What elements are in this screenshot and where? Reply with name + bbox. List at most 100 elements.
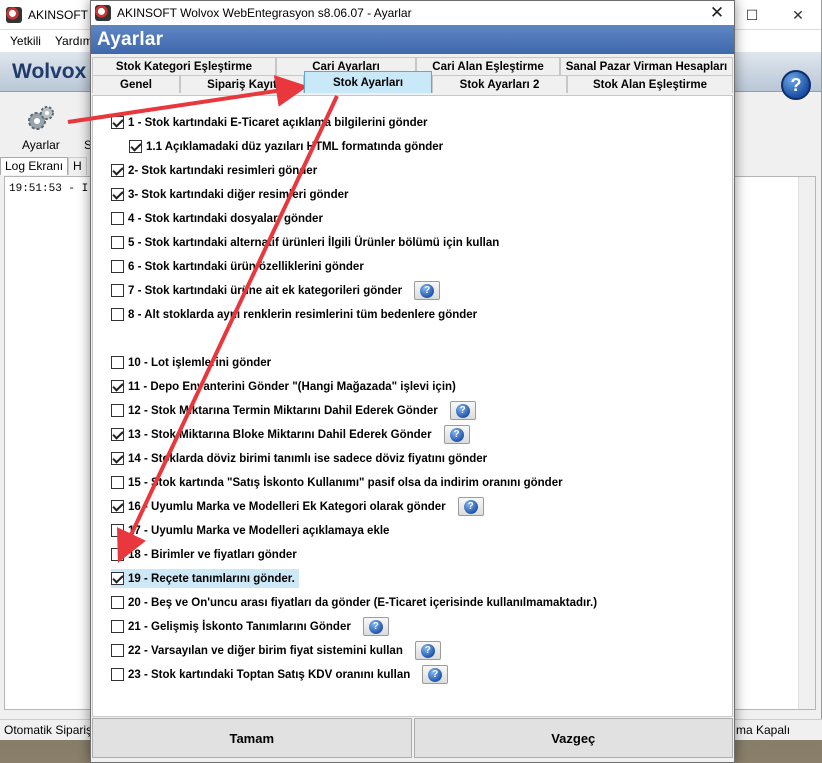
- tab-cari-alan-eslestirme[interactable]: Cari Alan Eşleştirme: [416, 57, 560, 75]
- tab-sanal-pazar-virman-hesaplari[interactable]: Sanal Pazar Virman Hesapları: [560, 57, 733, 75]
- info-icon: ?: [455, 403, 470, 418]
- option-checkbox[interactable]: [111, 524, 124, 537]
- option-row[interactable]: 7 - Stok kartındaki ürüne ait ek kategor…: [111, 281, 441, 300]
- option-checkbox[interactable]: [111, 284, 124, 297]
- option-checkbox[interactable]: [111, 404, 124, 417]
- option-row[interactable]: 5 - Stok kartındaki alternatif ürünleri …: [111, 233, 499, 252]
- main-window-controls: ☐ ✕: [729, 0, 821, 30]
- option-checkbox[interactable]: [111, 644, 124, 657]
- option-row[interactable]: 23 - Stok kartındaki Toptan Satış KDV or…: [111, 665, 449, 684]
- option-label: 5 - Stok kartındaki alternatif ürünleri …: [128, 236, 500, 249]
- option-row[interactable]: 14 - Stoklarda döviz birimi tanımlı ise …: [111, 449, 487, 468]
- tab-stok-alan-eslestirme[interactable]: Stok Alan Eşleştirme: [567, 75, 733, 93]
- tab-stok-ayarlari[interactable]: Stok Ayarları: [304, 71, 432, 93]
- option-checkbox[interactable]: [111, 668, 124, 681]
- option-checkbox[interactable]: [111, 500, 124, 513]
- option-label: 16 - Uyumlu Marka ve Modelleri Ek Katego…: [128, 500, 446, 513]
- option-checkbox[interactable]: [111, 452, 124, 465]
- option-row[interactable]: 1.1 Açıklamadaki düz yazıları HTML forma…: [129, 137, 443, 156]
- dialog-header: Ayarlar: [91, 25, 734, 54]
- option-row[interactable]: 16 - Uyumlu Marka ve Modelleri Ek Katego…: [111, 497, 484, 516]
- option-checkbox[interactable]: [111, 428, 124, 441]
- toolbar-ayarlar-label[interactable]: Ayarlar: [22, 138, 60, 152]
- option-checkbox[interactable]: [111, 260, 124, 273]
- option-label: 18 - Birimler ve fiyatları gönder: [128, 548, 297, 561]
- tab-genel[interactable]: Genel: [92, 75, 180, 93]
- option-checkbox[interactable]: [111, 116, 124, 129]
- option-row[interactable]: 12 - Stok Miktarına Termin Miktarını Dah…: [111, 401, 476, 420]
- dialog-titlebar: AKINSOFT Wolvox WebEntegrasyon s8.06.07 …: [91, 1, 734, 25]
- dialog-title: AKINSOFT Wolvox WebEntegrasyon s8.06.07 …: [117, 6, 412, 20]
- option-row[interactable]: 1 - Stok kartındaki E-Ticaret açıklama b…: [111, 113, 428, 132]
- option-checkbox[interactable]: [111, 212, 124, 225]
- tab-stok-kategori-eslestirme[interactable]: Stok Kategori Eşleştirme: [92, 57, 276, 75]
- option-checkbox[interactable]: [111, 236, 124, 249]
- option-row[interactable]: 21 - Gelişmiş İskonto Tanımlarını Gönder…: [111, 617, 389, 636]
- option-row[interactable]: 18 - Birimler ve fiyatları gönder: [111, 545, 297, 564]
- maximize-button[interactable]: ☐: [729, 0, 775, 30]
- option-checkbox[interactable]: [111, 620, 124, 633]
- close-icon[interactable]: ✕: [700, 1, 734, 25]
- option-row[interactable]: 13 - Stok Miktarına Bloke Miktarını Dahi…: [111, 425, 470, 444]
- option-label: 3- Stok kartındaki diğer resimleri gönde…: [128, 188, 349, 201]
- option-checkbox[interactable]: [111, 356, 124, 369]
- menu-item-yetkili[interactable]: Yetkili: [10, 34, 41, 48]
- option-label: 22 - Varsayılan ve diğer birim fiyat sis…: [128, 644, 403, 657]
- option-label: 1 - Stok kartındaki E-Ticaret açıklama b…: [128, 116, 428, 129]
- dialog-header-title: Ayarlar: [97, 28, 164, 50]
- info-icon: ?: [368, 619, 383, 634]
- option-row[interactable]: 20 - Beş ve On'uncu arası fiyatları da g…: [111, 593, 597, 612]
- tab-siparis-kayit[interactable]: Sipariş Kayıt: [180, 75, 304, 93]
- main-tabs: Log Ekranı H: [0, 157, 90, 175]
- option-label: 8 - Alt stoklarda aynı renklerin resimle…: [128, 308, 478, 321]
- main-toolbar: Ayarlar S: [0, 104, 92, 156]
- gears-icon[interactable]: [26, 104, 56, 134]
- info-button[interactable]: ?: [414, 281, 441, 300]
- option-checkbox[interactable]: [111, 308, 124, 321]
- option-label: 15 - Stok kartında "Satış İskonto Kullan…: [128, 476, 563, 489]
- info-button[interactable]: ?: [414, 641, 441, 660]
- option-checkbox[interactable]: [111, 476, 124, 489]
- option-checkbox[interactable]: [111, 572, 124, 585]
- tab-stok-ayarlari-2[interactable]: Stok Ayarları 2: [432, 75, 567, 93]
- close-icon[interactable]: ✕: [775, 0, 821, 30]
- info-button[interactable]: ?: [457, 497, 484, 516]
- log-scrollbar[interactable]: [798, 177, 815, 709]
- option-row[interactable]: 19 - Reçete tanımlarını gönder.: [111, 569, 299, 588]
- option-row[interactable]: 22 - Varsayılan ve diğer birim fiyat sis…: [111, 641, 441, 660]
- option-row[interactable]: 4 - Stok kartındaki dosyaları gönder: [111, 209, 323, 228]
- option-row[interactable]: 15 - Stok kartında "Satış İskonto Kullan…: [111, 473, 563, 492]
- stok-ayarlari-panel: 1 - Stok kartındaki E-Ticaret açıklama b…: [92, 95, 733, 717]
- option-checkbox[interactable]: [129, 140, 142, 153]
- option-row[interactable]: 3- Stok kartındaki diğer resimleri gönde…: [111, 185, 348, 204]
- help-icon[interactable]: ?: [781, 70, 811, 100]
- option-label: 2- Stok kartındaki resimleri gönder: [128, 164, 318, 177]
- info-button[interactable]: ?: [362, 617, 389, 636]
- option-label: 19 - Reçete tanımlarını gönder.: [128, 572, 295, 585]
- dialog-button-bar: Tamam Vazgeç: [92, 718, 733, 758]
- option-checkbox[interactable]: [111, 596, 124, 609]
- option-row[interactable]: 11 - Depo Envanterini Gönder "(Hangi Mağ…: [111, 377, 456, 396]
- app-logo-icon: [6, 6, 22, 23]
- option-checkbox[interactable]: [111, 188, 124, 201]
- option-checkbox[interactable]: [111, 164, 124, 177]
- option-row[interactable]: 6 - Stok kartındaki ürün özelliklerini g…: [111, 257, 364, 276]
- main-header-title: Wolvox: [12, 59, 87, 83]
- option-row[interactable]: 8 - Alt stoklarda aynı renklerin resimle…: [111, 305, 477, 324]
- option-checkbox[interactable]: [111, 380, 124, 393]
- menu-item-yardim[interactable]: Yardım: [55, 34, 93, 48]
- option-row[interactable]: 10 - Lot işlemlerini gönder: [111, 353, 271, 372]
- tab-log-ekrani[interactable]: Log Ekranı: [0, 157, 69, 175]
- info-button[interactable]: ?: [443, 425, 470, 444]
- info-button[interactable]: ?: [449, 401, 476, 420]
- option-row[interactable]: 2- Stok kartındaki resimleri gönder: [111, 161, 317, 180]
- info-button[interactable]: ?: [422, 665, 449, 684]
- option-row[interactable]: 17 - Uyumlu Marka ve Modelleri açıklamay…: [111, 521, 389, 540]
- option-label: 20 - Beş ve On'uncu arası fiyatları da g…: [128, 596, 598, 609]
- settings-dialog: AKINSOFT Wolvox WebEntegrasyon s8.06.07 …: [90, 0, 735, 763]
- option-label: 14 - Stoklarda döviz birimi tanımlı ise …: [128, 452, 488, 465]
- cancel-button[interactable]: Vazgeç: [413, 718, 733, 758]
- tab-h[interactable]: H: [68, 157, 87, 175]
- ok-button[interactable]: Tamam: [92, 718, 412, 758]
- option-checkbox[interactable]: [111, 548, 124, 561]
